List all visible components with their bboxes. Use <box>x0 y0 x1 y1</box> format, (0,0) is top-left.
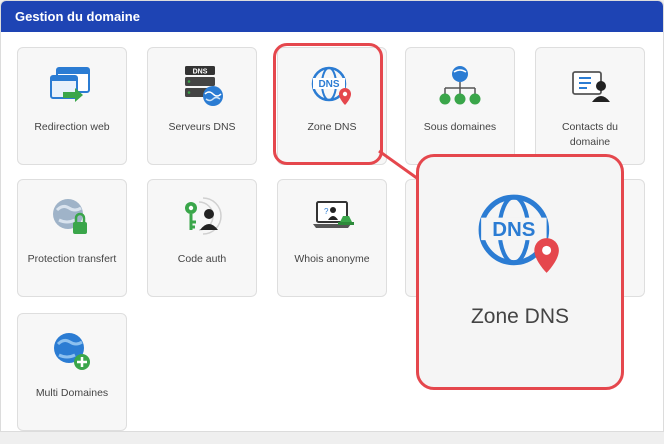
page-bottom-strip <box>0 432 664 444</box>
svg-text:DNS: DNS <box>492 218 535 241</box>
dns-globe-pin-icon: DNS <box>419 189 621 279</box>
zoom-label: Zone DNS <box>470 305 570 328</box>
zone-dns-zoom-callout[interactable]: DNS Zone DNS <box>416 154 624 390</box>
